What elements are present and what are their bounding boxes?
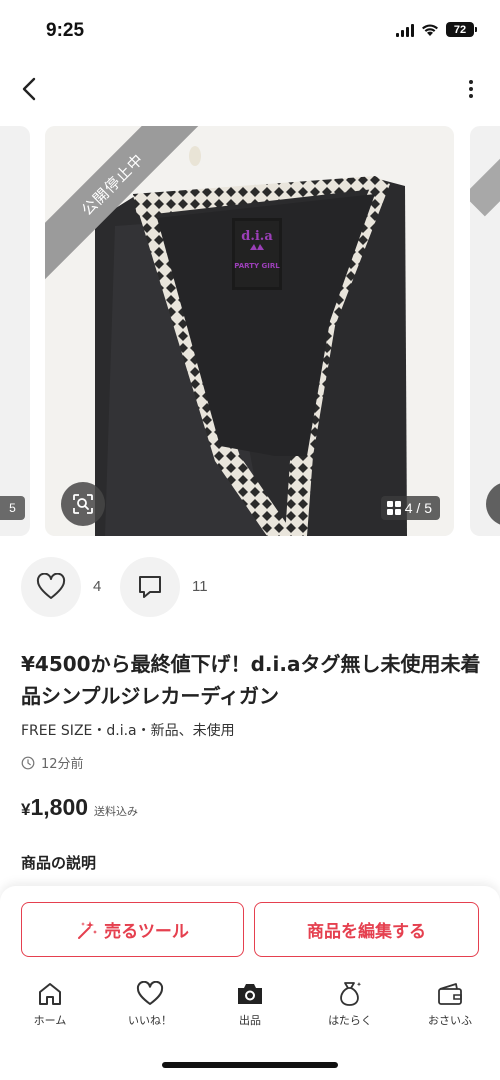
tab-sell[interactable]: 出品 xyxy=(200,976,300,1036)
next-image-search-icon xyxy=(486,482,500,526)
more-menu-button[interactable] xyxy=(464,76,478,102)
clock-icon xyxy=(21,756,35,769)
image-search-button[interactable] xyxy=(61,482,105,526)
grid-icon xyxy=(386,501,401,515)
tab-home[interactable]: ホーム xyxy=(0,976,100,1036)
previous-image-card[interactable]: 5 xyxy=(0,126,30,536)
next-image-card[interactable] xyxy=(470,126,500,536)
comment-button[interactable] xyxy=(120,557,180,617)
camera-icon xyxy=(238,984,262,1004)
product-title: ¥4500から最終値下げ！d.i.aタグ無し未使用未着品シンプルジレカーディガン xyxy=(21,652,481,708)
home-indicator[interactable] xyxy=(162,1062,338,1068)
price-row: ¥1,800 送料込み xyxy=(21,794,138,821)
more-vertical-icon xyxy=(469,80,473,84)
main-product-image[interactable]: d.i.a PARTY GIRL 公開停止中 4 / 5 xyxy=(45,126,454,536)
chevron-left-icon xyxy=(22,77,36,101)
heart-icon xyxy=(36,573,66,599)
comment-icon xyxy=(139,576,161,598)
wifi-icon xyxy=(422,24,438,36)
next-image-ribbon xyxy=(470,126,500,246)
tab-work-label: はたらく xyxy=(328,1014,372,1027)
status-time: 9:25 xyxy=(46,20,85,41)
image-carousel[interactable]: 5 d.i.a PARTY GIRL 公開停止中 4 / 5 xyxy=(0,126,500,536)
product-meta[interactable]: FREE SIZE・d.i.a・新品、未使用 xyxy=(21,720,235,740)
battery-icon: 72 xyxy=(446,22,477,37)
signal-icon xyxy=(396,23,414,37)
tab-likes-label: いいね！ xyxy=(128,1014,172,1027)
shipping-label: 送料込み xyxy=(94,805,139,818)
tab-likes[interactable]: いいね！ xyxy=(100,976,200,1036)
money-bag-icon xyxy=(340,982,362,1006)
tab-wallet[interactable]: おさいふ xyxy=(400,976,500,1036)
tab-home-label: ホーム xyxy=(33,1014,67,1027)
status-bar: 9:25 72 xyxy=(0,0,500,62)
heart-icon xyxy=(136,981,164,1005)
photo-counter-text: 4 / 5 xyxy=(404,500,432,516)
status-icons: 72 xyxy=(396,22,477,37)
photo-counter[interactable]: 4 / 5 xyxy=(380,496,440,520)
sell-tool-label: 売るツール xyxy=(104,922,189,942)
tab-sell-label: 出品 xyxy=(239,1014,261,1027)
back-button[interactable] xyxy=(14,72,44,106)
like-count: 4 xyxy=(93,578,102,595)
sparkle-wand-icon xyxy=(78,920,98,939)
like-button[interactable] xyxy=(21,557,81,617)
edit-item-label: 商品を編集する xyxy=(307,922,426,942)
wallet-icon xyxy=(438,983,462,1005)
tab-work[interactable]: はたらく xyxy=(300,976,400,1036)
edit-item-button[interactable]: 商品を編集する xyxy=(254,902,479,957)
comment-count: 11 xyxy=(192,578,208,595)
tab-wallet-label: おさいふ xyxy=(428,1014,472,1027)
previous-image-counter: 5 xyxy=(0,496,25,520)
tab-bar: ホーム いいね！ 出品 はたらく おさいふ xyxy=(0,976,500,1036)
scan-search-icon xyxy=(73,494,93,514)
posted-time: 12分前 xyxy=(21,753,84,772)
description-heading: 商品の説明 xyxy=(21,854,97,872)
tag-brand-text: d.i.a xyxy=(241,229,273,244)
price: ¥1,800 xyxy=(21,794,88,821)
posted-time-text: 12分前 xyxy=(41,757,84,772)
price-value: 1,800 xyxy=(30,794,89,820)
home-icon xyxy=(39,983,61,1005)
sell-tool-button[interactable]: 売るツール xyxy=(21,902,244,957)
tag-line-text: PARTY GIRL xyxy=(234,262,280,270)
